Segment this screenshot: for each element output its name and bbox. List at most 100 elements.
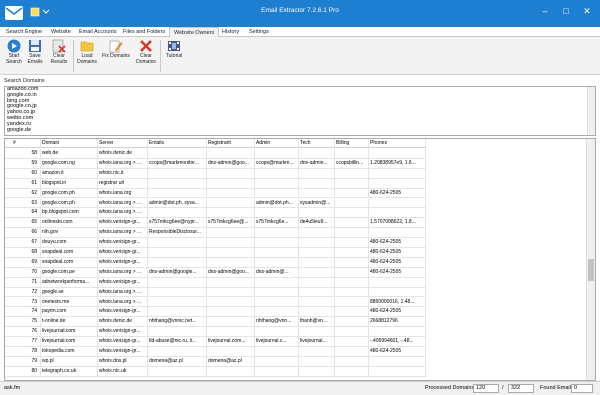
maximize-button[interactable]: □ [558,3,574,19]
cell-server: whois.denic.de [98,149,148,159]
table-row[interactable]: 59 google.com.ng whois.iana.org > ... ccops… [5,158,426,169]
cell-billing [335,287,369,298]
cell-server: whois.denic.de [98,317,148,328]
table-row[interactable]: 63 google.com.ph whois.iana.org > ... admin… [5,198,426,209]
cell-server: whois.verisign-gr... [98,218,148,229]
table-row[interactable]: 70 google.com.pe whois.iana.org > ... dns-a… [5,267,426,278]
cell-billing: ccopsbillin... [335,158,369,169]
column-header-admin[interactable]: Admin [255,139,299,147]
column-header-server[interactable]: Server [98,139,148,147]
clear-domains-button[interactable]: Clear Domains [133,39,159,65]
tab-history[interactable]: History [218,27,243,37]
table-row[interactable]: 65 onlinesbi.com whois.verisign-gr... s757m… [5,218,426,229]
cell-phones [369,277,426,288]
cell-row-number: 80 [5,366,41,377]
save-emails-label: Save Emails [27,53,43,65]
cell-phones: 480-624-2505 [369,257,426,268]
table-row[interactable]: 79 wp.pl whois.dns.pl domena@az.pl domena@az… [5,356,426,367]
cell-registrant [207,188,255,199]
close-button[interactable]: ✕ [579,3,595,19]
tab-files-and-folders[interactable]: Files and Folders [119,27,169,37]
cell-emails [148,277,207,288]
search-domains-textarea[interactable]: amazon.com google.co.in bing.com google.… [4,86,596,136]
table-row[interactable]: 60 amazon.it whois.nic.it [5,168,426,179]
cell-phones [369,168,426,179]
tab-email-accounts[interactable]: Email Accounts [75,27,121,37]
table-row[interactable]: 71 adnetworkperforma... whois.verisign-gr.… [5,277,426,288]
table-row[interactable]: 66 nih.gov whois.iana.org > ... Responsible… [5,228,426,239]
status-bar: ask.fm Processed Domains 120 / 322 Found… [0,381,600,395]
column-header-domain[interactable]: Domain [41,139,98,147]
table-row[interactable]: 67 douyu.com whois.verisign-gr... 480-624-2… [5,238,426,248]
cell-row-number: 71 [5,277,41,288]
cell-admin [255,238,299,248]
cell-billing [335,356,369,367]
table-row[interactable]: 74 paytm.com whois.verisign-gr... 480-624-2… [5,307,426,318]
cell-registrant: dns-admin@goo... [207,158,255,169]
tab-website[interactable]: Website [47,27,75,37]
cell-emails [148,366,207,377]
column-header-row-number[interactable]: # [5,139,41,147]
fix-domains-button[interactable]: Fix Domains [101,39,131,60]
cell-row-number: 69 [5,257,41,268]
cell-server: whois.iana.org [98,188,148,199]
cell-emails [148,307,207,318]
cell-tech [299,168,335,179]
results-scrollbar[interactable] [586,139,595,380]
cell-admin [255,168,299,179]
cell-billing [335,297,369,308]
tab-settings[interactable]: Settings [245,27,273,37]
tutorial-button[interactable]: Tutorial [161,39,187,60]
save-emails-button[interactable]: Save Emails [22,39,48,65]
cell-row-number: 70 [5,267,41,278]
column-header-tech[interactable]: Tech [299,139,335,147]
cell-emails: nhthang@vnnic.net... [148,317,207,328]
red-x-icon [140,40,152,52]
cell-row-number: 75 [5,317,41,328]
table-row[interactable]: 72 google.se whois.iana.org > ... [5,287,426,298]
cell-server: registrar url [98,178,148,189]
column-header-emails[interactable]: Emails [148,139,207,147]
cell-row-number: 61 [5,178,41,189]
cell-tech: de4u5leu9... [299,218,335,229]
column-header-phones[interactable]: Phones [369,139,426,147]
cell-registrant [207,168,255,179]
clear-results-icon [52,39,66,53]
cell-admin [255,188,299,199]
tab-search-engine[interactable]: Search Engine [2,27,46,37]
table-row[interactable]: 62 google.com.ph whois.iana.org 480-624-250… [5,188,426,199]
table-row[interactable]: 75 t-online.de whois.denic.de nhthang@vnnic… [5,317,426,328]
cell-phones [369,366,426,377]
cell-server: whois.nic.uk [98,366,148,377]
cell-row-number: 65 [5,218,41,229]
table-row[interactable]: 58 web.de whois.denic.de [5,149,426,159]
scrollbar-thumb[interactable] [588,259,594,281]
cell-row-number: 62 [5,188,41,199]
table-row[interactable]: 64 bp.blogspot.com whois.iana.org > ... [5,208,426,219]
table-row[interactable]: 69 snapdeal.com whois.verisign-gr... 480-62… [5,257,426,268]
table-row[interactable]: 76 livejournal.com whois.verisign-gr... [5,327,426,338]
table-row[interactable]: 73 onetests.me whois.iana.org > ... 8850000… [5,297,426,308]
column-header-registrant[interactable]: Registrant [207,139,255,147]
table-row[interactable]: 78 tokopedia.com whois.verisign-gr... 480-6… [5,347,426,357]
cell-emails [148,248,207,258]
cell-billing [335,168,369,179]
cell-admin: ccops@markm... [255,158,299,169]
cell-billing [335,366,369,377]
load-domains-button[interactable]: Load Domains [74,39,100,65]
clear-results-button[interactable]: Clear Results [46,39,72,65]
cell-registrant [207,198,255,209]
table-row[interactable]: 80 telegraph.co.uk whois.nic.uk [5,366,426,377]
table-row[interactable]: 61 blogspot.in registrar url [5,178,426,189]
cell-emails: domena@az.pl [148,356,207,367]
cell-domain: adnetworkperforma... [41,277,98,288]
table-row[interactable]: 68 snapdeal.com whois.verisign-gr... 480-62… [5,248,426,258]
column-header-billing[interactable]: Billing [335,139,369,147]
cell-server: whois.verisign-gr... [98,307,148,318]
cell-server: whois.verisign-gr... [98,347,148,357]
fix-domains-label: Fix Domains [102,53,130,59]
table-row[interactable]: 77 livejournal.com whois.verisign-gr... tld… [5,337,426,347]
minimize-button[interactable]: – [537,3,553,19]
results-grid[interactable]: # Domain Server Emails Registrant Admin Tech Bi… [4,138,596,381]
domains-scrollbar[interactable] [587,87,595,135]
